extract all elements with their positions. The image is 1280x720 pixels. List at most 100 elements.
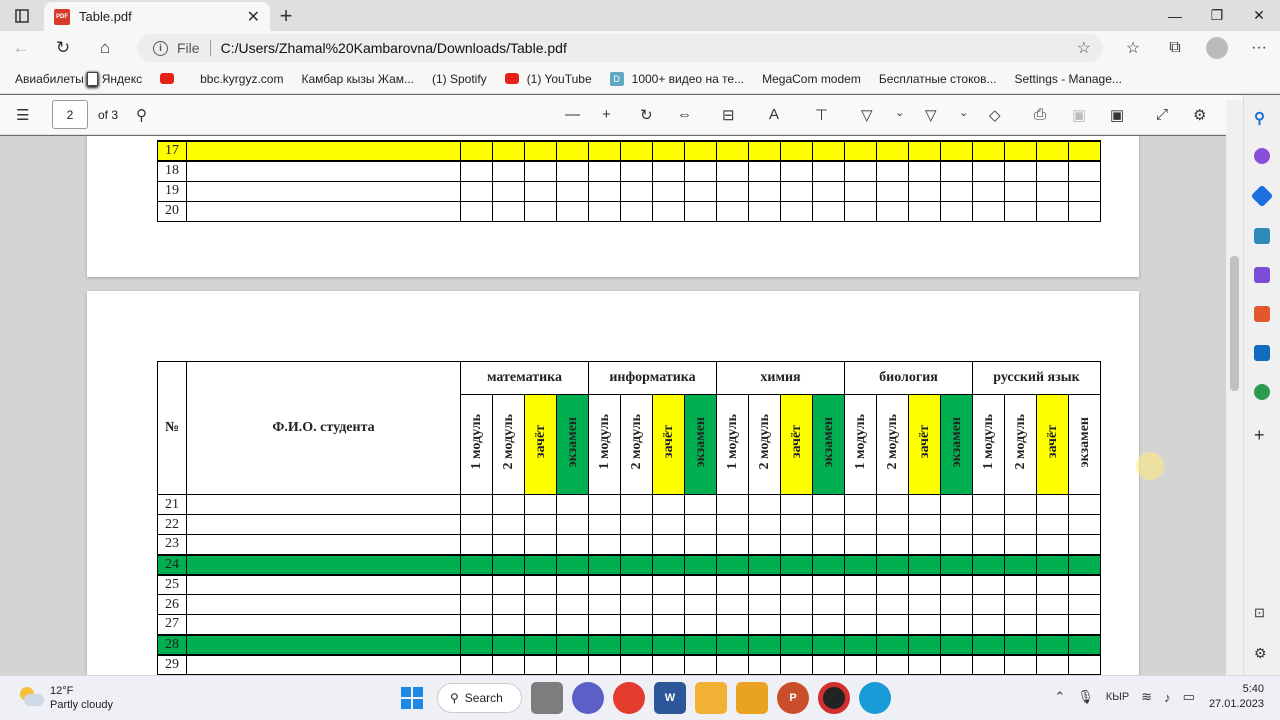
search-label: Search [464, 691, 503, 705]
page-number-input[interactable]: 2 [52, 100, 88, 129]
grade-cell [812, 574, 845, 595]
grade-cell [684, 180, 717, 202]
windows-start-icon[interactable] [396, 682, 428, 714]
bookmark-item[interactable]: MegaCom modem [87, 71, 861, 86]
settings-icon[interactable]: ⚙ [1193, 106, 1206, 124]
drop-icon[interactable] [1254, 384, 1270, 400]
bookmark-item[interactable]: D 1000+ видео на те... [609, 71, 744, 86]
bookmark-item[interactable]: bbc.kyrgyz.com [87, 71, 283, 86]
minimize-button[interactable]: — [1154, 0, 1196, 31]
subcolumn-header: 1 модуль [972, 394, 1005, 495]
tab-actions-icon[interactable] [0, 0, 44, 31]
favorites-icon[interactable]: ☆ [1112, 38, 1154, 58]
bookmark-item[interactable]: Авиабилеты [15, 71, 98, 86]
subcolumn-label: зачёт [788, 425, 804, 459]
tools-icon[interactable] [1254, 228, 1270, 244]
scrollbar-thumb[interactable] [1230, 256, 1239, 391]
home-button[interactable]: ⌂ [84, 31, 126, 64]
row-number: 21 [157, 494, 187, 515]
teams-chat-icon[interactable] [572, 682, 604, 714]
save-as-icon[interactable]: ▣ [1110, 106, 1124, 124]
restore-button[interactable]: ❐ [1196, 0, 1238, 31]
copilot-icon[interactable] [1254, 148, 1270, 164]
refresh-button[interactable]: ↻ [42, 31, 84, 64]
chevron-up-icon[interactable]: ⌃ [1054, 689, 1065, 705]
student-table-top: 17 18 19 20 [157, 140, 1101, 222]
shopping-icon[interactable] [1250, 184, 1274, 208]
grade-cell [844, 140, 877, 162]
grade-cell [652, 614, 685, 635]
grade-cell [492, 180, 525, 202]
bookmark-item[interactable]: (1) Spotify [87, 71, 487, 86]
grade-cell [524, 140, 557, 162]
search-icon[interactable]: ⚲ [1254, 109, 1270, 127]
microphone-icon[interactable]: 🎙 [1077, 689, 1094, 705]
grade-cell [588, 574, 621, 595]
collections-icon[interactable]: ⧉ [1154, 39, 1196, 57]
text-box-icon[interactable]: ⊤ [815, 106, 828, 124]
back-button[interactable]: ← [0, 31, 42, 64]
pdf-viewer[interactable]: 17 18 19 20 № Ф.И.О. студента математика ин… [0, 136, 1226, 675]
address-field[interactable]: i File C:/Users/Zhamal%20Kambarovna/Down… [137, 34, 1103, 62]
chrome-icon[interactable] [613, 682, 645, 714]
games-icon[interactable] [1254, 267, 1270, 283]
rotate-icon[interactable]: ↻ [640, 106, 653, 124]
chevron-down-icon[interactable]: ⌄ [895, 106, 904, 119]
save-icon[interactable]: ▣ [1072, 106, 1086, 124]
zoom-out-icon[interactable]: — [565, 106, 580, 123]
bookmark-item[interactable]: Бесплатные стоков... [87, 71, 997, 86]
new-tab-button[interactable]: + [270, 0, 302, 31]
weather-widget[interactable]: 12°F Partly cloudy [18, 684, 113, 712]
office-icon[interactable] [1254, 306, 1270, 322]
sublime-icon[interactable] [736, 682, 768, 714]
bookmark-item[interactable]: Камбар кызы Жам... [87, 71, 414, 86]
grade-cell [1068, 514, 1101, 535]
grade-cell [684, 494, 717, 515]
info-icon[interactable]: i [153, 40, 168, 56]
bookmark-item[interactable]: (1) YouTube [504, 72, 592, 86]
grade-cell [876, 574, 909, 595]
contents-icon[interactable]: ☰ [16, 106, 29, 124]
language-indicator[interactable]: КЫР [1106, 691, 1129, 703]
grade-cell [876, 553, 909, 576]
print-icon[interactable]: ⎙ [1034, 106, 1046, 123]
hide-sidebar-icon[interactable]: ⊡ [1254, 605, 1270, 621]
read-aloud-icon[interactable]: A [769, 106, 779, 123]
add-favorite-icon[interactable]: ☆ [1077, 38, 1091, 58]
add-icon[interactable]: + [1254, 425, 1270, 445]
chevron-down-icon[interactable]: ⌄ [959, 106, 968, 119]
more-menu-icon[interactable]: ··· [1238, 39, 1280, 57]
file-explorer-icon[interactable] [695, 682, 727, 714]
bookmark-item[interactable]: Яндекс [87, 71, 142, 86]
fullscreen-icon[interactable]: ⤢ [1156, 106, 1168, 123]
powerpoint-icon[interactable]: P [777, 682, 809, 714]
profile-avatar[interactable] [1206, 36, 1228, 59]
task-view-icon[interactable] [531, 682, 563, 714]
grade-cell [652, 514, 685, 535]
close-window-button[interactable]: ✕ [1238, 0, 1280, 31]
bookmark-item[interactable]: Settings - Manage... [87, 71, 1122, 86]
battery-icon[interactable]: ▭ [1183, 689, 1195, 705]
bookmark-item[interactable] [160, 73, 182, 84]
fit-page-icon[interactable]: ⇔ [677, 106, 692, 123]
subject-header: информатика [588, 361, 717, 395]
tab-table-pdf[interactable]: PDF Table.pdf ✕ [44, 2, 270, 31]
draw-icon[interactable]: ▽ [861, 106, 873, 124]
word-icon[interactable]: W [654, 682, 686, 714]
close-tab-icon[interactable]: ✕ [247, 7, 260, 27]
taskbar-search[interactable]: ⚲ Search [437, 683, 522, 713]
wifi-icon[interactable]: ≋ [1141, 689, 1152, 705]
edge-icon[interactable] [859, 682, 891, 714]
page-view-icon[interactable]: ⊟ [722, 106, 735, 124]
erase-icon[interactable]: ◇ [989, 106, 1001, 124]
sidebar-settings-icon[interactable]: ⚙ [1254, 645, 1270, 661]
record-icon[interactable] [818, 682, 850, 714]
search-icon[interactable]: ⚲ [136, 106, 147, 124]
clock[interactable]: 5:40 27.01.2023 [1209, 682, 1264, 712]
zoom-in-icon[interactable]: + [602, 106, 611, 123]
volume-icon[interactable]: ♪ [1164, 690, 1171, 705]
outlook-icon[interactable] [1254, 345, 1270, 361]
highlight-icon[interactable]: ▽ [925, 106, 937, 124]
subject-header: химия [716, 361, 845, 395]
vertical-scrollbar[interactable] [1226, 100, 1243, 675]
